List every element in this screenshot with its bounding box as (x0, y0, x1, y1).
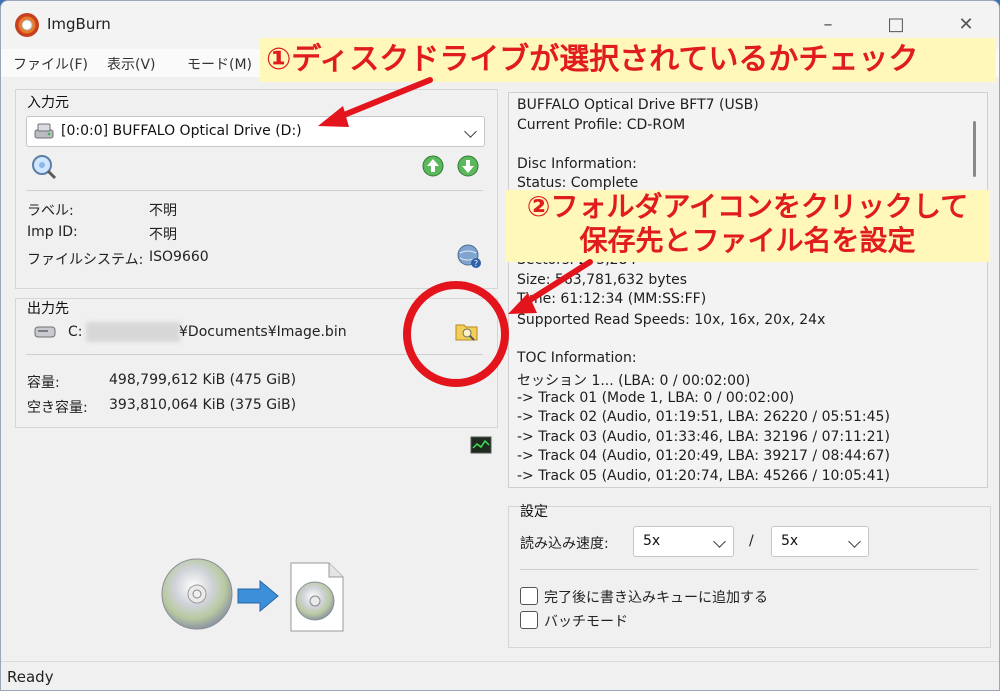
arrow-to-folder-annotation (508, 259, 593, 314)
annotation-overlay (318, 77, 593, 387)
folder-highlight-circle (403, 281, 509, 387)
arrow-to-drive-annotation (318, 77, 433, 127)
